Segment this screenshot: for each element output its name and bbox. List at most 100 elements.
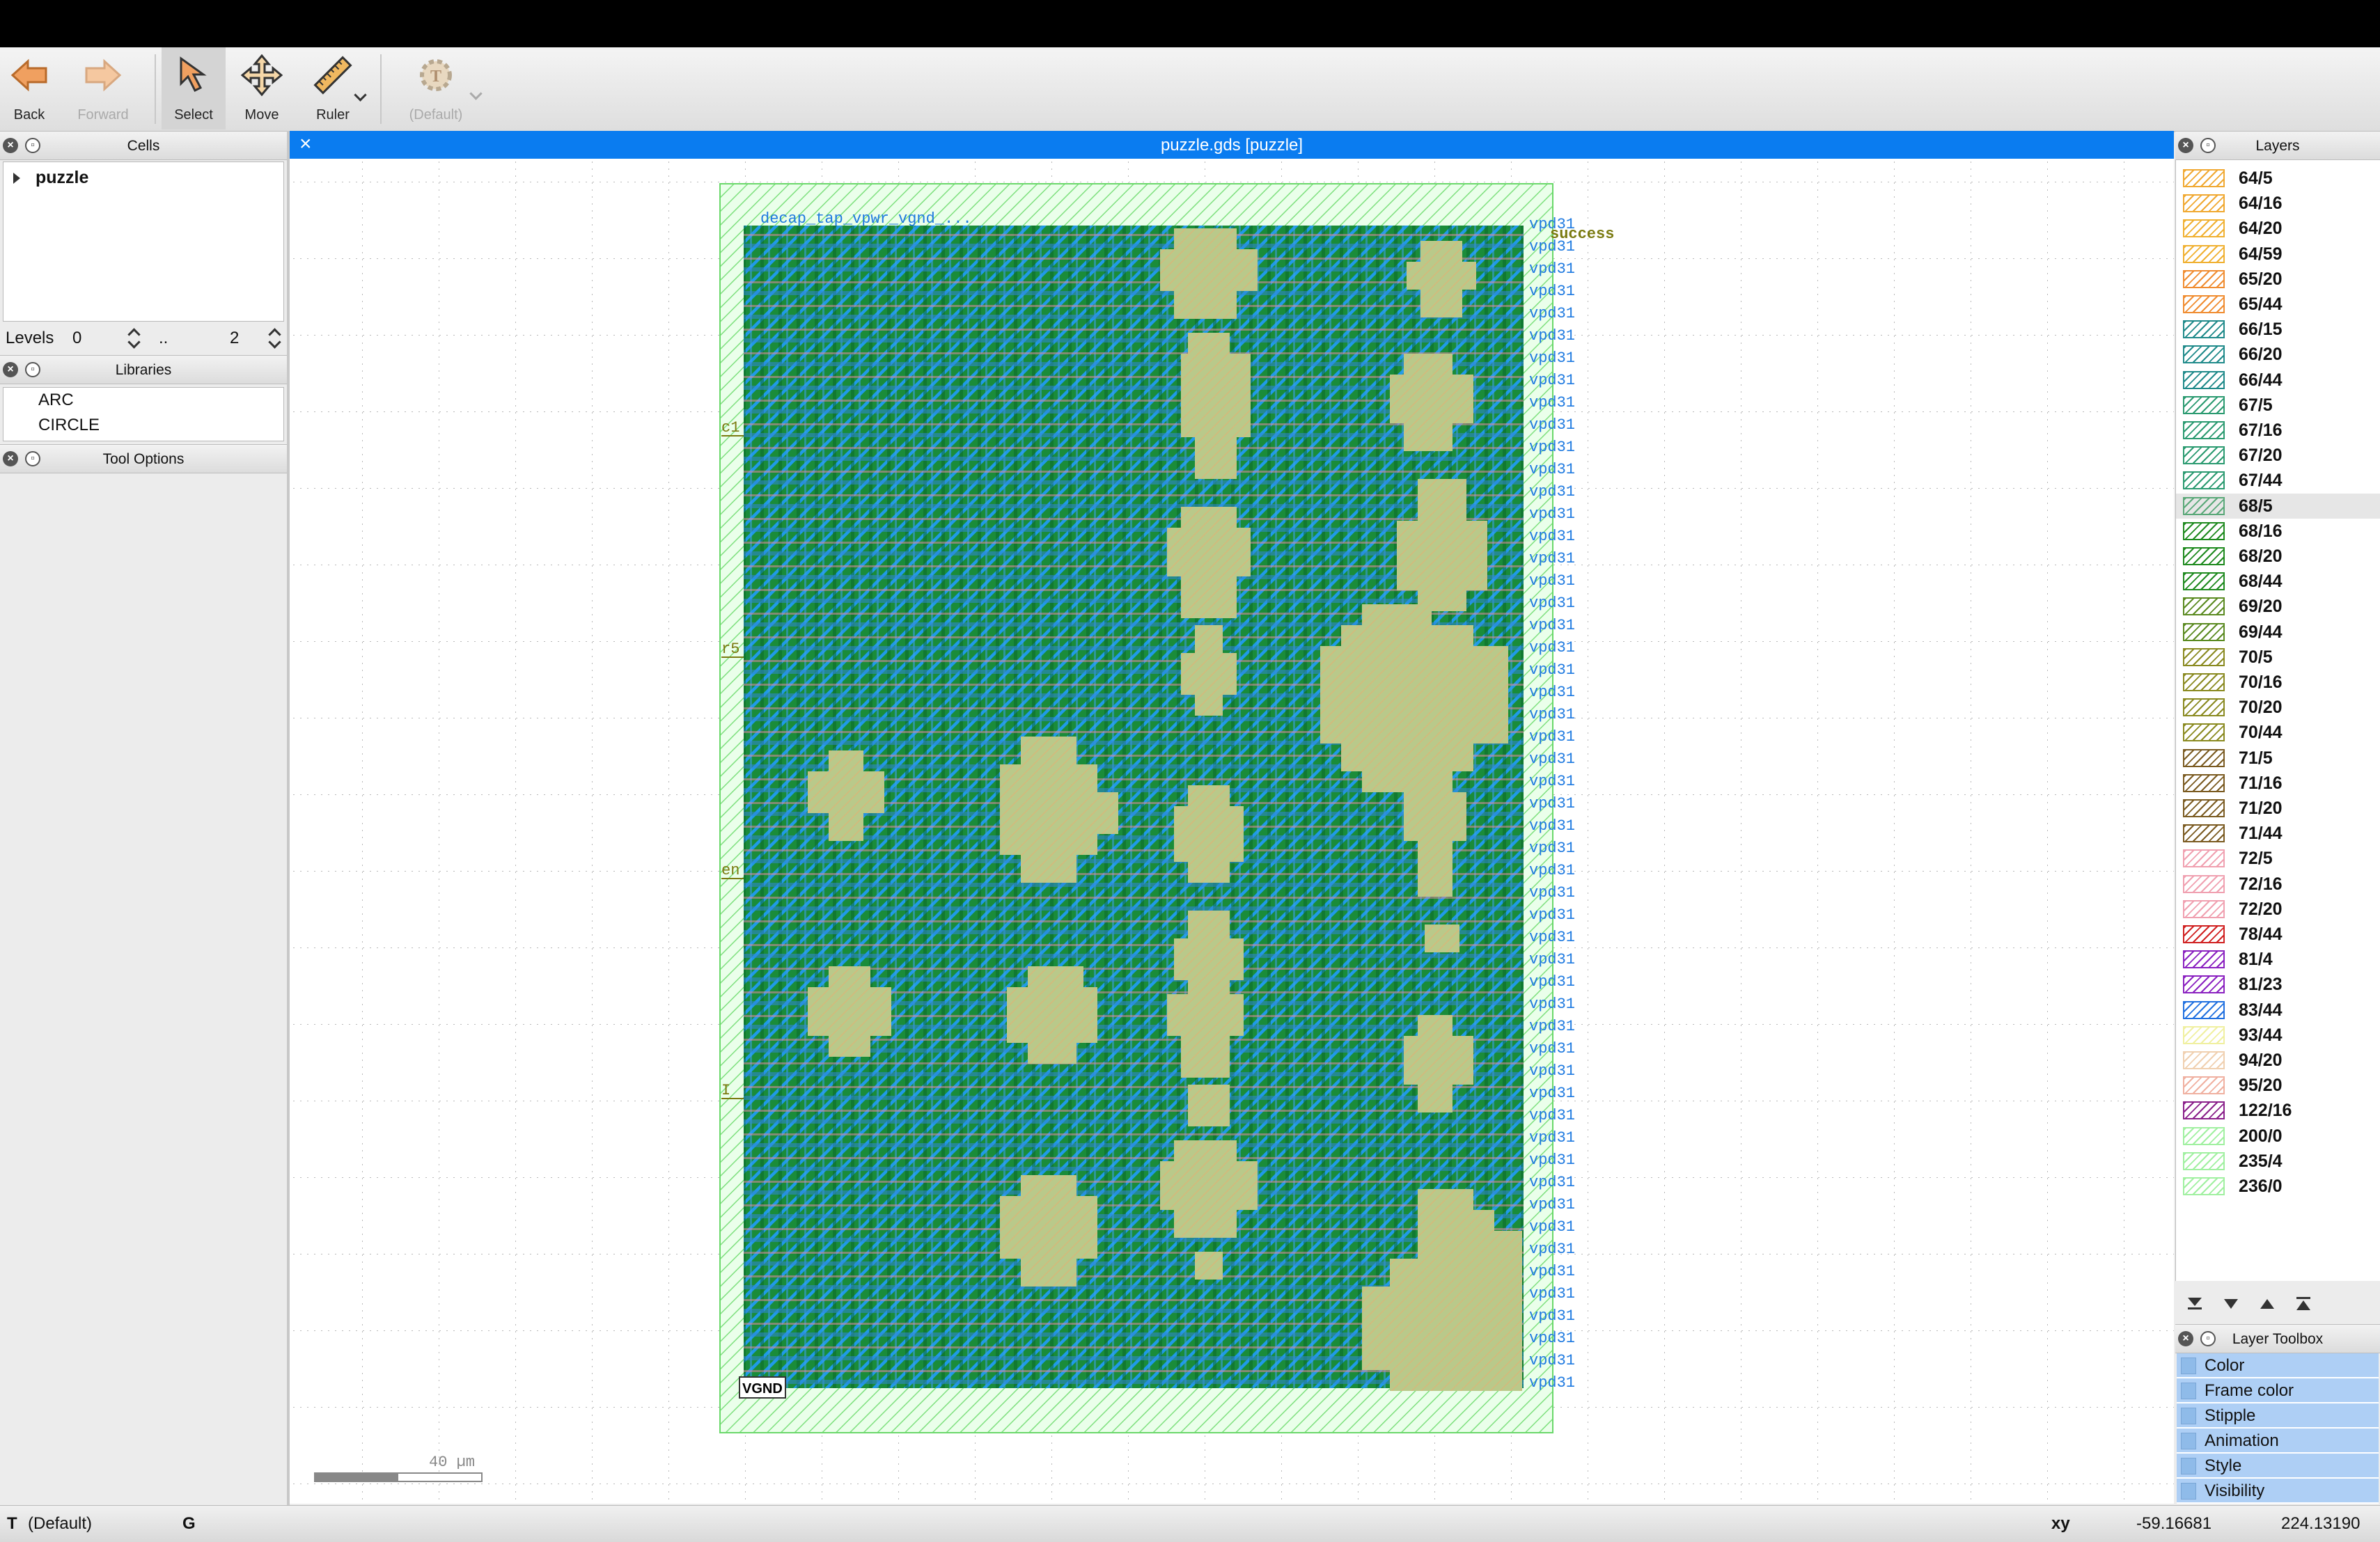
layer-row[interactable]: 68/44: [2176, 569, 2380, 594]
move-layer-bottom-icon[interactable]: [2179, 1291, 2210, 1316]
layer-row[interactable]: 95/20: [2176, 1073, 2380, 1098]
svg-text:vpd31: vpd31: [1529, 260, 1575, 278]
layers-panel-header: × ▫ Layers: [2175, 131, 2380, 160]
layer-stipple-swatch: [2183, 673, 2225, 691]
layer-stipple-swatch: [2183, 446, 2225, 465]
layer-stipple-swatch: [2183, 597, 2225, 616]
layer-name: 70/5: [2239, 647, 2273, 667]
layer-stipple-swatch: [2183, 925, 2225, 943]
layer-stipple-swatch: [2183, 1000, 2225, 1019]
layer-row[interactable]: 66/20: [2176, 342, 2380, 367]
select-tool-button[interactable]: Select: [162, 47, 226, 129]
layer-row[interactable]: 72/5: [2176, 846, 2380, 871]
svg-text:vpd31: vpd31: [1529, 684, 1575, 701]
layer-row[interactable]: 236/0: [2176, 1174, 2380, 1199]
text-default-button[interactable]: T (Default): [394, 47, 483, 129]
cell-tree-item-puzzle[interactable]: puzzle: [13, 168, 88, 188]
layer-name: 68/44: [2239, 572, 2283, 592]
layer-row[interactable]: 64/20: [2176, 216, 2380, 241]
layer-row[interactable]: 71/16: [2176, 771, 2380, 796]
toolbox-visibility[interactable]: Visibility: [2177, 1479, 2379, 1504]
expand-triangle-icon[interactable]: [13, 173, 20, 184]
move-layer-top-icon[interactable]: [2288, 1291, 2319, 1316]
layer-row[interactable]: 67/20: [2176, 443, 2380, 468]
levels-to-stepper[interactable]: [266, 324, 284, 352]
layer-row[interactable]: 65/44: [2176, 292, 2380, 317]
layer-row[interactable]: 70/20: [2176, 695, 2380, 720]
forward-button[interactable]: Forward: [67, 47, 139, 129]
layer-row[interactable]: 66/44: [2176, 368, 2380, 393]
levels-from-field[interactable]: 0: [72, 329, 81, 348]
layer-row[interactable]: 69/20: [2176, 594, 2380, 619]
layer-row[interactable]: 122/16: [2176, 1098, 2380, 1123]
layer-row[interactable]: 200/0: [2176, 1124, 2380, 1149]
forward-arrow-icon: [81, 53, 125, 97]
toolbox-animation[interactable]: Animation: [2177, 1429, 2379, 1454]
svg-text:vpd31: vpd31: [1529, 862, 1575, 879]
layer-row[interactable]: 68/5: [2176, 493, 2380, 519]
tool-options-panel-header: × ▫ Tool Options: [0, 444, 287, 473]
layer-name: 72/20: [2239, 899, 2283, 919]
layer-row[interactable]: 64/5: [2176, 166, 2380, 191]
library-list[interactable]: ARC CIRCLE: [3, 387, 284, 441]
svg-text:vpd31: vpd31: [1529, 1263, 1575, 1280]
layer-row[interactable]: 68/20: [2176, 544, 2380, 569]
layer-name: 66/15: [2239, 320, 2283, 340]
layer-row[interactable]: 69/44: [2176, 620, 2380, 645]
layer-row[interactable]: 70/44: [2176, 720, 2380, 745]
library-item[interactable]: ARC: [38, 391, 74, 410]
layer-name: 66/44: [2239, 370, 2283, 390]
layer-row[interactable]: 64/16: [2176, 191, 2380, 216]
layer-row[interactable]: 71/20: [2176, 796, 2380, 821]
svg-text:vpd31: vpd31: [1529, 906, 1575, 924]
layer-row[interactable]: 67/5: [2176, 393, 2380, 418]
svg-text:vpd31: vpd31: [1529, 1307, 1575, 1325]
layer-row[interactable]: 81/23: [2176, 972, 2380, 997]
layer-row[interactable]: 72/20: [2176, 897, 2380, 922]
layer-row[interactable]: 81/4: [2176, 947, 2380, 972]
layer-row[interactable]: 70/16: [2176, 670, 2380, 695]
svg-text:vpd31: vpd31: [1529, 996, 1575, 1013]
layer-row[interactable]: 94/20: [2176, 1048, 2380, 1073]
move-layer-down-icon[interactable]: [2216, 1291, 2246, 1316]
toolbox-frame-color[interactable]: Frame color: [2177, 1378, 2379, 1403]
move-tool-button[interactable]: Move: [233, 47, 291, 129]
layer-name: 64/59: [2239, 244, 2283, 264]
text-default-dropdown-chevron-icon[interactable]: [469, 87, 483, 100]
ruler-tool-button[interactable]: Ruler: [299, 47, 367, 129]
layer-row[interactable]: 67/44: [2176, 468, 2380, 493]
coord-label: xy: [2051, 1514, 2070, 1533]
back-button[interactable]: Back: [3, 47, 56, 129]
layer-row[interactable]: 83/44: [2176, 998, 2380, 1023]
svg-text:vpd31: vpd31: [1529, 661, 1575, 679]
library-item[interactable]: CIRCLE: [38, 416, 100, 435]
layer-row[interactable]: 235/4: [2176, 1149, 2380, 1174]
text-gear-icon: T: [414, 53, 458, 97]
toolbox-color[interactable]: Color: [2177, 1353, 2379, 1378]
layer-row[interactable]: 67/16: [2176, 418, 2380, 443]
ruler-dropdown-chevron-icon[interactable]: [354, 88, 367, 102]
layer-stipple-swatch: [2183, 1126, 2225, 1145]
layer-row[interactable]: 93/44: [2176, 1023, 2380, 1048]
cell-tree[interactable]: puzzle: [3, 162, 284, 322]
layout-canvas[interactable]: decap_tap_vpwr_vgnd_... success vpd31 vp…: [290, 159, 2174, 1504]
svg-text:vpd31: vpd31: [1529, 706, 1575, 723]
status-bar: T (Default) G xy -59.16681 224.13190: [0, 1505, 2380, 1542]
layer-row[interactable]: 71/5: [2176, 746, 2380, 771]
toolbox-style[interactable]: Style: [2177, 1454, 2379, 1479]
svg-text:vpd31: vpd31: [1529, 595, 1575, 612]
toolbox-stipple[interactable]: Stipple: [2177, 1403, 2379, 1429]
move-layer-up-icon[interactable]: [2252, 1291, 2283, 1316]
layer-row[interactable]: 78/44: [2176, 922, 2380, 947]
layer-row[interactable]: 65/20: [2176, 267, 2380, 292]
layer-row[interactable]: 72/16: [2176, 872, 2380, 897]
layer-row[interactable]: 64/59: [2176, 242, 2380, 267]
layer-list[interactable]: 64/5 64/16 64/20 64/59 65/20 65/44 66/15 66/20 6…: [2175, 160, 2380, 1281]
layer-row[interactable]: 70/5: [2176, 645, 2380, 670]
layer-row[interactable]: 68/16: [2176, 519, 2380, 544]
levels-from-stepper[interactable]: [125, 324, 143, 352]
levels-to-field[interactable]: 2: [230, 329, 239, 348]
layer-stipple-swatch: [2183, 799, 2225, 817]
layer-row[interactable]: 71/44: [2176, 821, 2380, 846]
layer-row[interactable]: 66/15: [2176, 317, 2380, 342]
